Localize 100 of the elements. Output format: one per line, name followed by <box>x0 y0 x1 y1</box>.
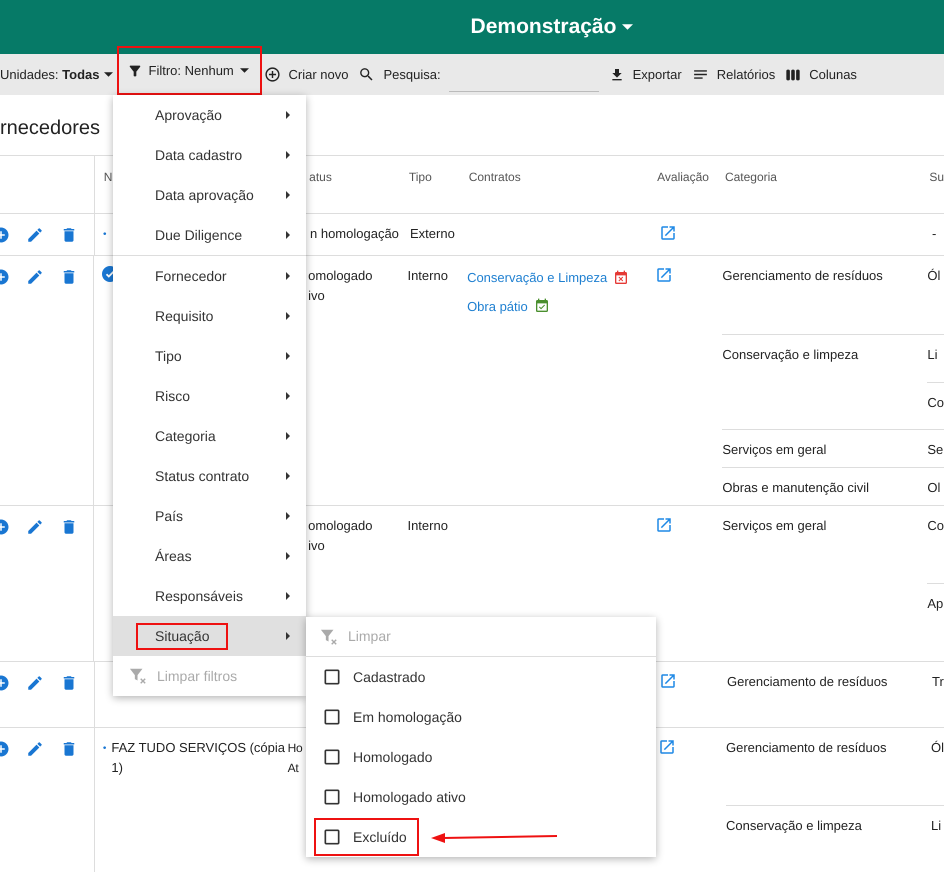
filter-menu-item[interactable]: Áreas <box>113 536 306 576</box>
caret-icon <box>286 512 290 520</box>
subcategory-text: Se <box>927 442 944 458</box>
subcategory-text: Co <box>927 394 944 410</box>
status-text: ivo <box>308 287 325 305</box>
filter-menu-item[interactable]: Situação <box>113 616 306 656</box>
search-icon <box>358 66 376 83</box>
caret-icon <box>286 272 290 280</box>
caret-icon <box>286 472 290 480</box>
columns-button[interactable]: Colunas <box>785 64 857 84</box>
subcategory-text: Ól <box>927 268 940 283</box>
checkbox[interactable] <box>322 747 342 767</box>
checkbox[interactable] <box>322 787 342 807</box>
category-text: Conservação e limpeza <box>726 818 862 834</box>
filter-menu-item[interactable]: Risco <box>113 376 306 416</box>
situation-option[interactable]: Em homologação <box>314 698 474 736</box>
status-text: omologado <box>308 267 372 285</box>
caret-icon <box>286 632 290 640</box>
caret-icon <box>286 151 290 159</box>
situation-option[interactable]: Excluído <box>314 818 419 856</box>
filter-menu-item[interactable]: Data aprovação <box>113 175 306 215</box>
situation-option[interactable]: Cadastrado <box>314 658 438 696</box>
column-header: Categoria <box>724 170 777 184</box>
category-text: Obras e manutenção civil <box>722 480 870 496</box>
workspace-dropdown[interactable]: Demonstração <box>470 11 634 43</box>
create-button[interactable]: Criar novo <box>264 64 348 84</box>
filter-clear-icon <box>320 628 338 646</box>
category-text: Gerenciamento de resíduos <box>727 674 888 689</box>
subcategory-text: Li <box>931 818 942 834</box>
filter-button[interactable]: Filtro: Nenhum <box>116 46 262 95</box>
status-text: At <box>288 760 298 777</box>
status-text: omologado <box>308 517 372 535</box>
column-header: Avaliação <box>657 170 709 184</box>
filter-menu-item[interactable]: País <box>113 496 306 536</box>
caret-icon <box>104 72 112 77</box>
status-text: Ho <box>288 740 302 757</box>
subcategory-text: Ap <box>927 596 944 611</box>
category-text: Conservação e limpeza <box>722 346 858 362</box>
bullet: • <box>102 742 106 756</box>
column-header: Contratos <box>468 170 521 184</box>
open-external-icon[interactable] <box>654 516 673 534</box>
column-header: Su <box>929 170 944 184</box>
open-external-icon[interactable] <box>658 738 676 756</box>
page-title: rnecedores <box>0 116 100 141</box>
edit-icon[interactable] <box>26 674 44 692</box>
filter-menu-item[interactable]: Due Diligence <box>113 215 306 255</box>
subcategory-text: Ól <box>931 740 944 755</box>
subcategory-text: Co <box>927 518 944 533</box>
search-label: Pesquisa: <box>383 66 441 84</box>
bullet: • <box>103 228 107 242</box>
checkbox[interactable] <box>322 707 342 727</box>
column-header: N <box>104 170 112 184</box>
open-external-icon[interactable] <box>659 672 677 690</box>
column-header: atus <box>309 170 332 184</box>
category-text: Gerenciamento de resíduos <box>722 268 883 283</box>
situation-option[interactable]: Homologado ativo <box>314 778 478 816</box>
subcategory-text: Ol <box>927 480 940 496</box>
filter-menu-item[interactable]: Categoria <box>113 416 306 456</box>
filter-menu-item[interactable]: Tipo <box>113 336 306 376</box>
contract-link[interactable]: Obra pátio <box>467 296 528 316</box>
caret-icon <box>286 432 290 440</box>
open-external-icon[interactable] <box>659 224 677 242</box>
caret-icon <box>286 392 290 400</box>
category-text: Serviços em geral <box>722 518 826 533</box>
edit-icon[interactable] <box>26 226 44 244</box>
caret-icon <box>286 592 290 600</box>
filter-menu-item[interactable]: Aprovação <box>113 95 306 135</box>
situation-option[interactable]: Homologado <box>314 738 444 776</box>
edit-icon[interactable] <box>26 268 44 286</box>
caret-icon <box>286 191 290 199</box>
filter-menu-item[interactable]: Responsáveis <box>113 576 306 616</box>
caret-icon <box>622 24 634 30</box>
supplier-name: FAZ TUDO SERVIÇOS (cópia 1) <box>111 739 286 777</box>
filter-menu-item[interactable]: Status contrato <box>113 456 306 496</box>
checkbox[interactable] <box>322 667 342 687</box>
type-text: Interno <box>407 268 448 283</box>
contract-link[interactable]: Conservação e Limpeza <box>467 268 608 288</box>
filter-menu-item[interactable]: Data cadastro <box>113 135 306 175</box>
columns-icon <box>785 66 802 82</box>
edit-icon[interactable] <box>26 518 44 536</box>
open-external-icon[interactable] <box>654 266 673 284</box>
export-button[interactable]: Exportar <box>608 64 682 84</box>
subcategory-text: - <box>932 226 936 241</box>
subcategory-text: Li <box>927 346 938 362</box>
type-text: Externo <box>410 226 455 241</box>
type-text: Interno <box>407 518 448 533</box>
subcategory-text: Tr <box>932 674 944 689</box>
filter-clear-icon <box>129 667 147 685</box>
edit-icon[interactable] <box>26 740 44 758</box>
add-icon <box>264 66 280 83</box>
caret-icon <box>240 68 249 73</box>
filter-menu-item[interactable]: Fornecedor <box>113 256 306 296</box>
checkbox[interactable] <box>322 827 342 847</box>
units-dropdown[interactable]: Unidades: Todas <box>0 64 112 84</box>
caret-icon <box>286 352 290 360</box>
caret-icon <box>286 552 290 560</box>
reports-button[interactable]: Relatórios <box>692 64 776 84</box>
filter-menu-item[interactable]: Requisito <box>113 296 306 336</box>
caret-icon <box>286 111 290 119</box>
status-text: n homologação <box>310 225 399 243</box>
